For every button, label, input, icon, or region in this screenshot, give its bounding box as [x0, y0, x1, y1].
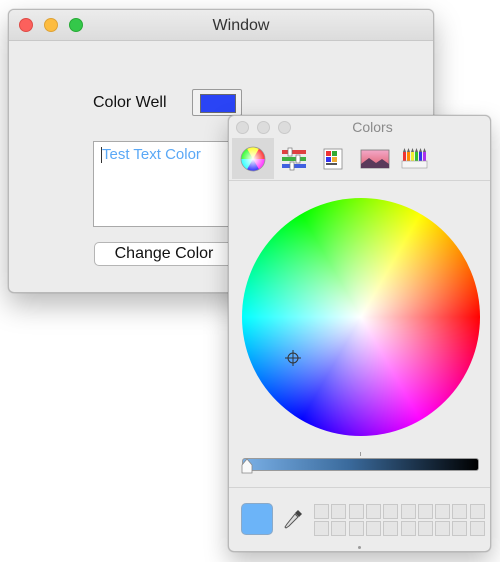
current-color-swatch[interactable] — [241, 503, 273, 535]
panel-bottom-bar — [229, 487, 490, 551]
color-sliders-icon — [282, 147, 306, 171]
crayons-icon — [401, 148, 428, 169]
text-view-content: Test Text Color — [102, 146, 201, 163]
color-well-label: Color Well — [93, 94, 167, 111]
tab-image-palettes[interactable] — [352, 138, 394, 179]
swatch-slot[interactable] — [417, 521, 433, 536]
swatch-slot[interactable] — [383, 521, 399, 536]
image-palettes-icon — [360, 149, 390, 169]
panel-toolbar — [229, 138, 490, 181]
brightness-slider[interactable] — [242, 458, 479, 471]
swatch-slot[interactable] — [365, 521, 381, 536]
tab-color-wheel[interactable] — [232, 138, 274, 179]
swatch-slot[interactable] — [469, 504, 485, 519]
color-palettes-icon — [323, 148, 343, 170]
swatch-slot[interactable] — [314, 521, 329, 536]
tab-color-sliders[interactable] — [272, 138, 314, 179]
swatch-slot[interactable] — [348, 504, 364, 519]
eyedropper-icon[interactable] — [284, 508, 304, 530]
swatch-slot[interactable] — [331, 521, 347, 536]
swatch-slot[interactable] — [435, 504, 451, 519]
swatch-slot[interactable] — [452, 504, 468, 519]
tab-color-palettes[interactable] — [312, 138, 354, 179]
color-wheel-icon — [240, 146, 266, 172]
change-color-button[interactable]: Change Color — [94, 242, 234, 266]
color-wheel[interactable] — [242, 198, 480, 436]
swatch-slot[interactable] — [383, 504, 399, 519]
swatch-slot[interactable] — [348, 521, 364, 536]
colors-panel: Colors — [228, 115, 491, 552]
swatch-slot[interactable] — [400, 504, 416, 519]
swatch-slot[interactable] — [314, 504, 329, 519]
slider-knob-icon[interactable] — [240, 458, 254, 474]
color-well-swatch — [200, 94, 236, 113]
swatch-slot[interactable] — [331, 504, 347, 519]
color-well[interactable] — [192, 89, 242, 116]
window-titlebar[interactable]: Window — [9, 10, 433, 41]
slider-tick — [360, 452, 361, 456]
swatch-slot[interactable] — [435, 521, 451, 536]
resize-grip-dot — [358, 546, 361, 549]
swatch-slot[interactable] — [417, 504, 433, 519]
swatch-slot[interactable] — [452, 521, 468, 536]
swatch-slot[interactable] — [365, 504, 381, 519]
window-title: Window — [212, 17, 270, 34]
panel-titlebar[interactable]: Colors — [229, 116, 490, 138]
tab-crayons[interactable] — [392, 138, 434, 179]
crosshair-icon[interactable] — [285, 350, 301, 366]
swatch-slot[interactable] — [469, 521, 485, 536]
panel-title: Colors — [352, 119, 393, 135]
swatch-slot[interactable] — [400, 521, 416, 536]
